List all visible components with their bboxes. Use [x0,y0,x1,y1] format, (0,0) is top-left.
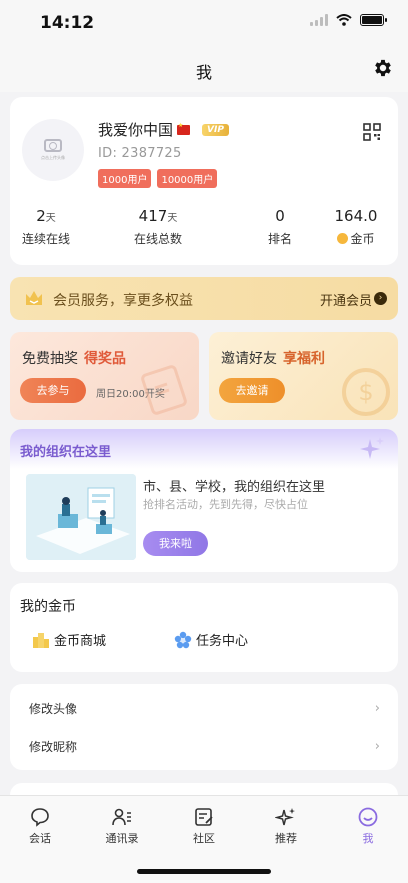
stat-coins: 164.0 金币 [326,207,386,247]
join-lottery-button[interactable]: 去参与 [20,378,86,403]
lottery-highlight: 得奖品 [84,351,126,367]
battery-icon [360,14,387,26]
contacts-icon [112,808,131,826]
invite-title-text: 邀请好友 [221,351,277,367]
wifi-icon [336,14,352,26]
invite-highlight: 享福利 [283,351,325,367]
tab-recommend[interactable]: 推荐 [246,806,326,846]
stat-unit: 天 [167,213,178,224]
coin-mall-label: 金币商城 [54,634,107,649]
lottery-title-text: 免费抽奖 [22,351,78,367]
tab-label: 我 [362,832,374,845]
community-icon [195,808,213,826]
vip-crown-icon [26,291,42,305]
menu-item-label: 修改头像 [29,702,78,716]
vip-banner-text: 会员服务，享更多权益 [53,293,193,309]
organization-headline: 市、县、学校，我的组织在这里 [143,480,326,495]
signal-icon [310,14,328,26]
menu-item-change-avatar[interactable]: 修改头像 › [10,689,398,727]
ticket-icon [141,365,187,415]
invite-title: 邀请好友 享福利 [221,348,325,368]
organization-illustration [26,474,136,560]
coin-mall-item[interactable]: 金币商城 [32,630,106,649]
stat-consecutive-online: 2天 连续在线 [10,207,82,247]
task-center-item[interactable]: 任务中心 [174,630,248,649]
task-center-label: 任务中心 [196,634,249,649]
stat-label: 金币 [350,232,375,246]
user-tags: 1000用户 10000用户 [98,169,218,188]
chevron-right-icon: › [374,739,380,754]
tab-label: 通讯录 [105,832,139,845]
page-title: 我 [195,63,212,82]
chat-icon [31,808,49,827]
coin-icon [337,233,349,244]
stat-value: 2 [36,207,46,225]
open-vip-link[interactable]: 开通会员 [320,290,372,309]
stat-total-online: 417天 在线总数 [108,207,208,247]
organization-card: 我的组织在这里 市、县、学校，我的组织在这里 抢排名活动，先到先得，尽快占位 我… [10,429,398,572]
organization-subline: 抢排名活动，先到先得，尽快占位 [143,498,308,511]
user-id: ID: 2387725 [98,146,182,161]
organization-header: 我的组织在这里 [10,429,398,469]
stat-label: 在线总数 [133,232,182,246]
tab-contacts[interactable]: 通讯录 [82,806,162,846]
avatar[interactable]: 点击上传头像 [22,119,84,181]
nickname-text: 我爱你中国 [98,121,174,139]
menu-item-label: 修改昵称 [29,740,78,754]
building-icon [33,632,49,648]
home-indicator [137,869,271,874]
lottery-title: 免费抽奖 得奖品 [22,348,126,368]
tab-me[interactable]: 我 [328,806,408,846]
organization-title: 我的组织在这里 [20,445,112,460]
status-bar: 14:12 [0,0,408,46]
invite-card[interactable]: 邀请好友 享福利 去邀请 $ [209,332,398,420]
tab-community[interactable]: 社区 [164,806,244,846]
stat-label: 排名 [267,232,292,246]
lottery-card[interactable]: 免费抽奖 得奖品 去参与 周日20:00开奖 [10,332,199,420]
gear-icon[interactable] [372,57,394,79]
stat-value: 164.0 [334,207,378,225]
chevron-right-icon: › [374,701,380,716]
tab-label: 社区 [193,832,215,845]
stat-rank: 0 排名 [250,207,310,247]
vip-banner[interactable]: 会员服务，享更多权益 开通会员 › [10,277,398,320]
qr-code-icon[interactable] [363,123,381,141]
status-time: 14:12 [40,13,95,33]
avatar-caption: 点击上传头像 [41,155,65,160]
coins-card: 我的金币 金币商城 任务中心 [10,583,398,672]
invite-button[interactable]: 去邀请 [219,378,285,403]
sparkle-icon [275,808,295,826]
stat-label: 连续在线 [21,232,70,246]
svg-text:$: $ [358,378,373,406]
join-organization-button[interactable]: 我来啦 [143,531,208,556]
tab-label: 会话 [29,832,51,845]
chevron-right-icon[interactable]: › [374,292,387,305]
status-icons [310,14,387,26]
sparkle-icon [360,437,384,459]
menu-item-change-nickname[interactable]: 修改昵称 › [10,727,398,765]
stat-unit: 天 [45,213,56,224]
profile-stats: 2天 连续在线 417天 在线总数 0 排名 164.0 金币 [10,207,398,247]
coin-deco-icon: $ [342,368,390,416]
tab-label: 推荐 [275,832,297,845]
stat-value: 0 [275,207,285,225]
tab-chats[interactable]: 会话 [0,806,80,846]
camera-icon [44,139,62,152]
user-tag: 10000用户 [157,169,218,188]
nickname: 我爱你中国 VIP [98,119,229,140]
stat-value: 417 [138,207,168,225]
nav-bar: 我 [0,46,408,92]
flower-icon [174,631,192,648]
china-flag-icon [177,122,191,135]
user-tag: 1000用户 [98,169,152,188]
profile-card: 点击上传头像 我爱你中国 VIP ID: 2387725 1000用户 1000… [10,97,398,265]
coins-title: 我的金币 [20,599,76,615]
vip-badge: VIP [202,123,229,136]
settings-menu: 修改头像 › 修改昵称 › [10,684,398,770]
smile-icon [358,807,378,827]
